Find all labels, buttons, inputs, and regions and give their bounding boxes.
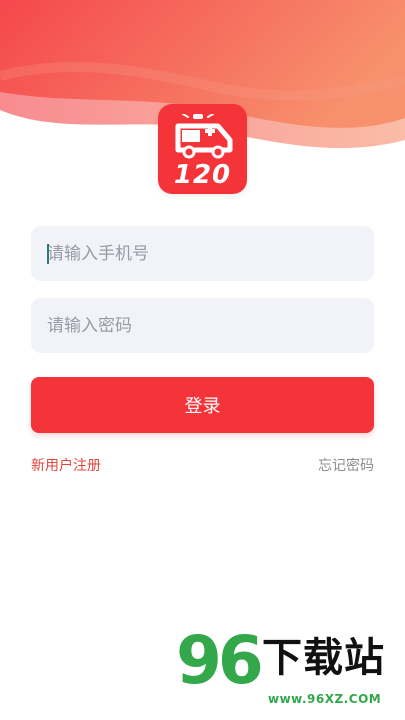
login-button[interactable]: 登录 (31, 377, 374, 433)
logo-text: 120 (173, 160, 232, 190)
phone-field[interactable] (31, 226, 374, 281)
password-field[interactable] (31, 298, 374, 353)
register-link[interactable]: 新用户注册 (31, 457, 101, 475)
forgot-password-link[interactable]: 忘记密码 (318, 457, 374, 475)
password-input[interactable] (47, 298, 358, 353)
watermark-site-name: 下载站 (262, 635, 385, 681)
ambulance-icon (175, 114, 233, 159)
watermark: 96 下载站 www.96XZ.COM (176, 624, 402, 716)
text-caret (47, 244, 49, 264)
watermark-number: 96 (176, 622, 264, 699)
app-logo: 120 (158, 104, 247, 194)
phone-input[interactable] (47, 226, 358, 281)
watermark-url: www.96XZ.COM (268, 692, 382, 706)
